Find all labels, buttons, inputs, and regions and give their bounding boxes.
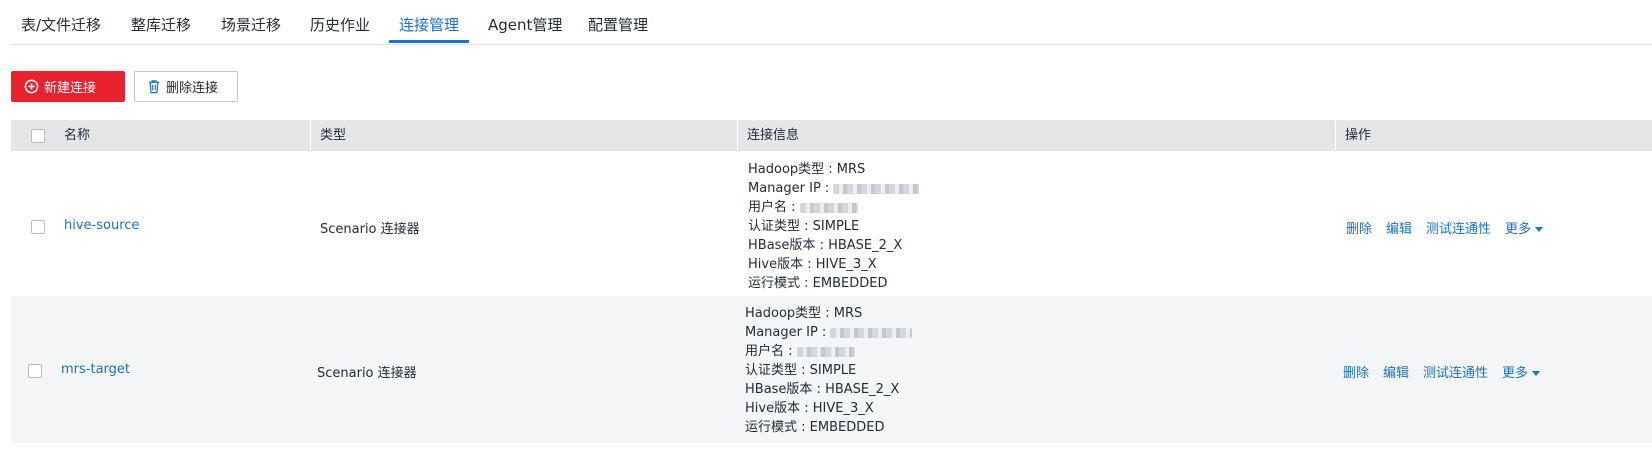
edit-link[interactable]: 编辑 (1386, 218, 1412, 237)
more-dropdown[interactable]: 更多 (1502, 362, 1541, 381)
info-hadoop-type: Hadoop类型 : MRS (748, 162, 866, 177)
redacted-value (799, 202, 858, 213)
info-auth-type: 认证类型 : SIMPLE (745, 363, 857, 378)
more-dropdown[interactable]: 更多 (1505, 218, 1544, 237)
delete-link[interactable]: 删除 (1346, 218, 1372, 237)
info-run-mode: 运行模式 : EMBEDDED (748, 276, 888, 291)
header-divider (1335, 120, 1336, 151)
new-connection-label: 新建连接 (44, 81, 97, 96)
table-row: hive-source Scenario 连接器 Hadoop类型 : MRS … (11, 151, 1652, 296)
redacted-value (796, 346, 855, 357)
info-manager-ip-line: Manager IP : (748, 179, 920, 198)
test-connectivity-link[interactable]: 测试连通性 (1426, 218, 1491, 237)
tab-database-migration[interactable]: 整库迁移 (131, 14, 191, 35)
tab-history-jobs[interactable]: 历史作业 (310, 14, 370, 35)
redacted-value (830, 327, 913, 338)
connection-type: Scenario 连接器 (320, 222, 420, 237)
connection-name-link[interactable]: mrs-target (61, 362, 130, 377)
more-label: 更多 (1502, 366, 1529, 381)
header-type[interactable]: 类型 (320, 120, 346, 151)
info-username: 用户名 : (748, 200, 800, 215)
tab-connection-management[interactable]: 连接管理 (399, 14, 459, 35)
tab-config-management[interactable]: 配置管理 (588, 14, 648, 35)
info-manager-ip-line: Manager IP : (745, 323, 913, 342)
info-hbase-version: HBase版本 : HBASE_2_X (748, 238, 903, 253)
row-checkbox[interactable] (31, 220, 45, 234)
caret-down-icon (1535, 227, 1544, 232)
test-connectivity-link[interactable]: 测试连通性 (1423, 362, 1488, 381)
plus-circle-icon (24, 79, 39, 94)
info-manager-ip: Manager IP : (745, 325, 831, 340)
more-label: 更多 (1505, 222, 1532, 237)
connection-name-link[interactable]: hive-source (64, 218, 139, 233)
connection-type: Scenario 连接器 (317, 366, 417, 381)
select-all-checkbox[interactable] (31, 129, 45, 143)
row-actions: 删除 编辑 测试连通性 更多 (1343, 362, 1541, 381)
info-username: 用户名 : (745, 344, 797, 359)
tab-table-file-migration[interactable]: 表/文件迁移 (21, 14, 101, 35)
row-checkbox[interactable] (28, 364, 42, 378)
info-hive-version: Hive版本 : HIVE_3_X (745, 401, 874, 416)
info-run-mode: 运行模式 : EMBEDDED (745, 420, 885, 435)
edit-link[interactable]: 编辑 (1383, 362, 1409, 381)
connection-info: Hadoop类型 : MRS Manager IP : 用户名 : 认证类型 :… (745, 304, 913, 437)
header-operations: 操作 (1345, 128, 1372, 143)
new-connection-button[interactable]: 新建连接 (11, 71, 125, 102)
info-auth-type: 认证类型 : SIMPLE (748, 219, 860, 234)
info-hbase-version: HBase版本 : HBASE_2_X (745, 382, 900, 397)
table-row: mrs-target Scenario 连接器 Hadoop类型 : MRS M… (11, 296, 1652, 443)
active-tab-indicator (389, 40, 469, 43)
header-divider (310, 120, 311, 151)
redacted-value (833, 183, 920, 194)
tab-scenario-migration[interactable]: 场景迁移 (221, 14, 281, 35)
delete-link[interactable]: 删除 (1343, 362, 1369, 381)
tab-bar: 表/文件迁移 整库迁移 场景迁移 历史作业 连接管理 Agent管理 配置管理 (11, 0, 1652, 45)
header-divider (737, 120, 738, 151)
header-name[interactable]: 名称 (64, 120, 90, 151)
connection-info: Hadoop类型 : MRS Manager IP : 用户名 : 认证类型 :… (748, 160, 920, 293)
info-username-line: 用户名 : (745, 342, 912, 361)
info-username-line: 用户名 : (748, 198, 919, 217)
delete-connection-button[interactable]: 删除连接 (134, 71, 238, 102)
info-manager-ip: Manager IP : (748, 181, 834, 196)
info-hive-version: Hive版本 : HIVE_3_X (748, 257, 877, 272)
row-actions: 删除 编辑 测试连通性 更多 (1346, 218, 1544, 237)
tab-agent-management[interactable]: Agent管理 (488, 14, 562, 35)
info-hadoop-type: Hadoop类型 : MRS (745, 306, 863, 321)
delete-connection-label: 删除连接 (166, 81, 219, 96)
header-connection-info: 连接信息 (747, 128, 800, 143)
caret-down-icon (1532, 371, 1541, 376)
table-header: 名称 类型 连接信息 操作 (11, 120, 1652, 151)
trash-icon (147, 79, 161, 94)
